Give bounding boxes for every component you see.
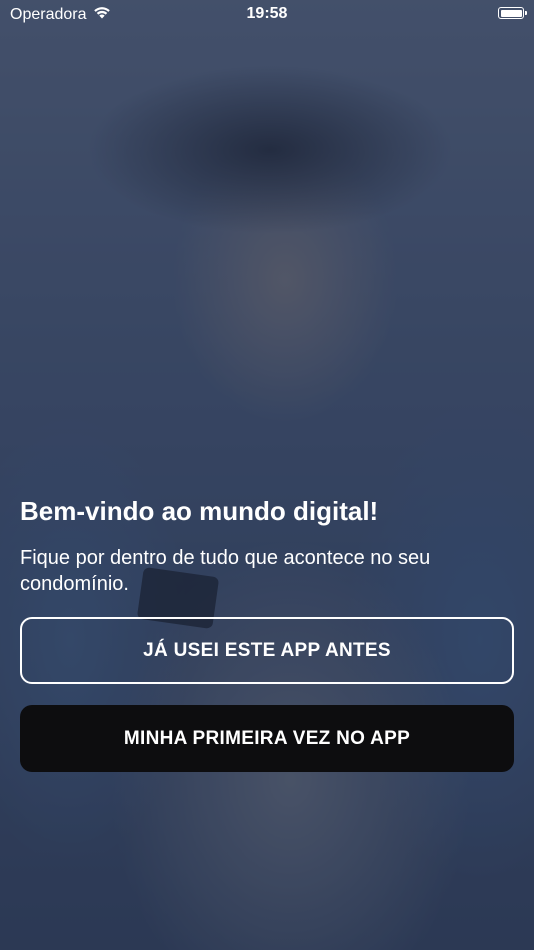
- background-overlay: [0, 0, 534, 950]
- welcome-subtitle: Fique por dentro de tudo que acontece no…: [20, 547, 431, 595]
- status-time: 19:58: [246, 5, 288, 22]
- first-time-button-label: MINHA PRIMEIRA VEZ NO APP: [123, 727, 411, 749]
- welcome-title: Bem-vindo ao mundo digital!: [20, 496, 379, 526]
- battery-icon: [498, 7, 527, 19]
- existing-user-button[interactable]: JÁ USEI ESTE APP ANTES: [20, 617, 514, 684]
- status-bar: Operadora 19:58: [0, 0, 534, 30]
- existing-user-button-label: JÁ USEI ESTE APP ANTES: [143, 639, 391, 661]
- first-time-button[interactable]: MINHA PRIMEIRA VEZ NO APP: [20, 705, 514, 772]
- battery-level: [500, 9, 522, 17]
- welcome-screen: Operadora 19:58 Bem-vindo ao mundo digit…: [0, 0, 534, 950]
